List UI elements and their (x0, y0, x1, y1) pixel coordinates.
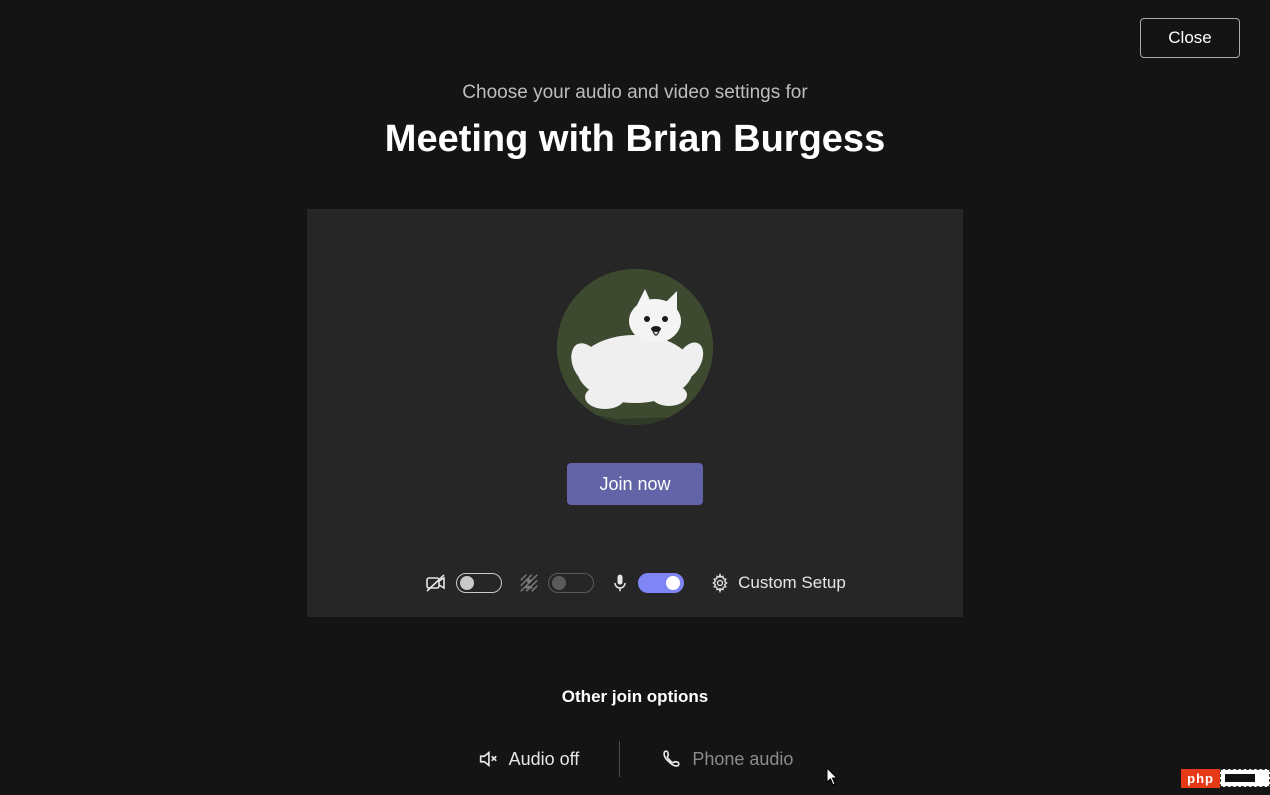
background-control (518, 572, 594, 594)
phone-audio-label: Phone audio (692, 749, 793, 770)
video-preview-panel: Join now (307, 209, 963, 617)
avatar (557, 269, 713, 425)
join-now-button[interactable]: Join now (567, 463, 703, 505)
phone-audio-option[interactable]: Phone audio (620, 742, 833, 776)
settings-subtitle: Choose your audio and video settings for (0, 82, 1270, 104)
other-join-options: Other join options Audio off Phone audio (0, 687, 1270, 777)
mic-control (610, 572, 684, 594)
custom-setup-button[interactable]: Custom Setup (710, 573, 846, 593)
custom-setup-label: Custom Setup (738, 573, 846, 593)
speaker-mute-icon (477, 748, 499, 770)
phone-icon (660, 748, 682, 770)
close-button[interactable]: Close (1140, 18, 1240, 58)
avatar-image (557, 269, 713, 425)
camera-off-icon (424, 571, 448, 595)
camera-control (424, 571, 502, 595)
watermark-badge (1220, 769, 1270, 787)
meeting-title: Meeting with Brian Burgess (0, 118, 1270, 161)
microphone-toggle[interactable] (638, 573, 684, 593)
background-effects-icon (518, 572, 540, 594)
microphone-icon (610, 572, 630, 594)
camera-toggle[interactable] (456, 573, 502, 593)
pre-join-controls: Custom Setup (307, 571, 963, 595)
header: Choose your audio and video settings for… (0, 0, 1270, 161)
watermark: php (1181, 767, 1270, 789)
gear-icon (710, 573, 730, 593)
background-toggle[interactable] (548, 573, 594, 593)
other-options-row: Audio off Phone audio (0, 741, 1270, 777)
audio-off-label: Audio off (509, 749, 580, 770)
audio-off-option[interactable]: Audio off (437, 742, 620, 776)
watermark-text: php (1181, 769, 1220, 788)
other-options-title: Other join options (0, 687, 1270, 707)
